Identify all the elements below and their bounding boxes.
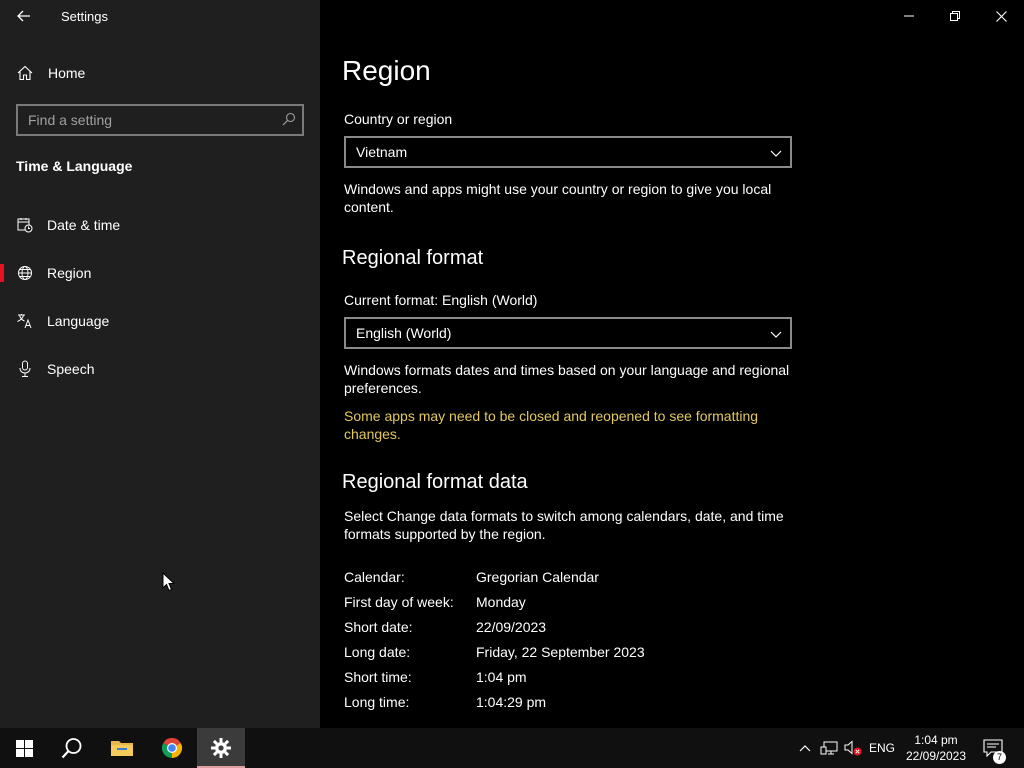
settings-taskbar-button[interactable] bbox=[197, 728, 245, 768]
file-explorer-icon bbox=[111, 741, 133, 756]
taskbar: ENG 1:04 pm 22/09/2023 7 bbox=[0, 728, 1024, 768]
clock-button[interactable]: 1:04 pm 22/09/2023 bbox=[902, 728, 970, 768]
short-time-value: 1:04 pm bbox=[476, 669, 527, 685]
clock-time: 1:04 pm bbox=[914, 733, 958, 747]
sidebar-item-label: Language bbox=[47, 313, 110, 329]
sidebar-item-language[interactable]: Language bbox=[0, 301, 320, 341]
sidebar-item-date-time[interactable]: Date & time bbox=[0, 205, 320, 245]
restore-button[interactable] bbox=[932, 0, 978, 32]
notification-count-badge: 7 bbox=[993, 751, 1006, 764]
short-date-value: 22/09/2023 bbox=[476, 619, 547, 635]
current-format-label: Current format: English (World) bbox=[344, 292, 538, 308]
long-date-label: Long date: bbox=[344, 644, 411, 660]
section-title: Time & Language bbox=[16, 158, 133, 174]
chrome-icon bbox=[161, 737, 183, 759]
sidebar-item-label: Speech bbox=[47, 361, 95, 377]
microphone-icon bbox=[16, 360, 34, 378]
file-explorer-button[interactable] bbox=[98, 728, 146, 768]
globe-icon bbox=[16, 264, 34, 282]
country-label: Country or region bbox=[344, 111, 453, 127]
page-title: Region bbox=[342, 55, 431, 86]
search-icon[interactable] bbox=[282, 112, 296, 131]
long-date-value: Friday, 22 September 2023 bbox=[476, 644, 645, 660]
regional-format-heading: Regional format bbox=[342, 247, 484, 269]
home-icon bbox=[16, 64, 34, 82]
chrome-button[interactable] bbox=[148, 728, 196, 768]
first-day-value: Monday bbox=[476, 594, 526, 610]
settings-sidebar: Settings Home Time & Language D bbox=[0, 0, 320, 728]
show-hidden-icons-button[interactable] bbox=[795, 728, 815, 768]
selected-indicator bbox=[0, 264, 4, 282]
sidebar-item-label: Home bbox=[48, 65, 86, 81]
search-setting-box[interactable] bbox=[16, 104, 304, 136]
short-date-label: Short date: bbox=[344, 619, 413, 635]
settings-icon bbox=[211, 738, 231, 758]
network-tray-button[interactable] bbox=[818, 728, 840, 768]
formatting-warning-text: Some apps may need to be closed and reop… bbox=[344, 408, 759, 442]
long-time-label: Long time: bbox=[344, 694, 410, 710]
regional-format-value: English (World) bbox=[356, 325, 452, 341]
sidebar-item-region[interactable]: Region bbox=[0, 253, 320, 293]
taskbar-search-button[interactable] bbox=[48, 728, 96, 768]
close-button[interactable] bbox=[978, 0, 1024, 32]
restore-icon bbox=[950, 11, 960, 21]
volume-tray-button[interactable] bbox=[842, 728, 864, 768]
chevron-down-icon bbox=[770, 326, 782, 344]
minimize-button[interactable] bbox=[886, 0, 932, 32]
chevron-up-icon bbox=[799, 745, 811, 752]
country-dropdown[interactable]: Vietnam bbox=[344, 136, 792, 168]
country-value: Vietnam bbox=[356, 144, 408, 160]
sidebar-item-speech[interactable]: Speech bbox=[0, 349, 320, 389]
sidebar-item-label: Region bbox=[47, 265, 92, 281]
back-arrow-icon bbox=[17, 10, 30, 22]
regional-format-description: Windows formats dates and times based on… bbox=[344, 362, 790, 396]
back-button[interactable] bbox=[10, 4, 38, 28]
sidebar-item-home[interactable]: Home bbox=[0, 53, 320, 93]
volume-muted-icon bbox=[844, 740, 862, 756]
calendar-value: Gregorian Calendar bbox=[476, 569, 599, 585]
search-icon bbox=[61, 738, 82, 759]
start-button[interactable] bbox=[0, 728, 48, 768]
format-data-description: Select Change data formats to switch amo… bbox=[344, 508, 784, 542]
language-icon bbox=[16, 312, 34, 330]
sidebar-item-label: Date & time bbox=[47, 217, 121, 233]
country-description: Windows and apps might use your country … bbox=[344, 181, 772, 215]
start-icon bbox=[15, 739, 33, 757]
regional-format-dropdown[interactable]: English (World) bbox=[344, 317, 792, 349]
close-icon bbox=[995, 10, 1007, 22]
mouse-cursor-icon bbox=[162, 572, 175, 592]
long-time-value: 1:04:29 pm bbox=[476, 694, 547, 710]
chevron-down-icon bbox=[770, 145, 782, 163]
network-icon bbox=[820, 741, 838, 755]
app-title: Settings bbox=[61, 9, 108, 24]
input-language-indicator[interactable]: ENG bbox=[866, 728, 898, 768]
clock-date: 22/09/2023 bbox=[905, 749, 967, 763]
minimize-icon bbox=[904, 15, 914, 17]
first-day-label: First day of week: bbox=[344, 594, 454, 610]
format-data-heading: Regional format data bbox=[342, 471, 528, 493]
calendar-clock-icon bbox=[16, 216, 34, 234]
short-time-label: Short time: bbox=[344, 669, 412, 685]
calendar-label: Calendar: bbox=[344, 569, 405, 585]
search-input[interactable] bbox=[18, 106, 278, 134]
